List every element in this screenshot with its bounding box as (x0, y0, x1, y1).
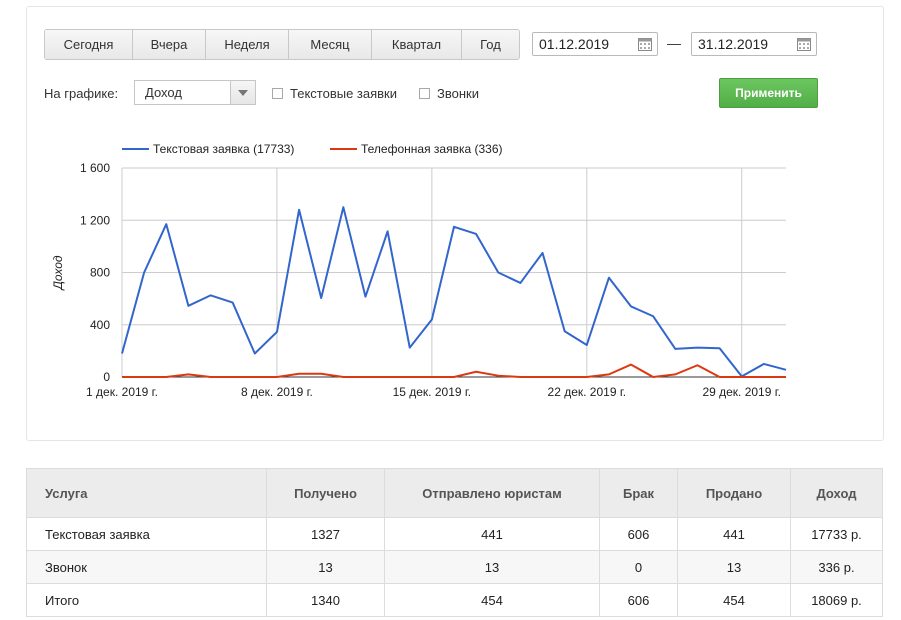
metric-select[interactable]: Доход (134, 80, 256, 105)
table-cell: 0 (599, 550, 678, 584)
calls-checkbox-label[interactable]: Звонки (437, 86, 479, 101)
period-month-button[interactable]: Месяц (289, 30, 372, 59)
table-cell: 18069 р. (790, 583, 883, 617)
table-cell: 606 (599, 583, 678, 617)
table-cell: 13 (384, 550, 600, 584)
period-week-button[interactable]: Неделя (206, 30, 289, 59)
table-cell: 454 (384, 583, 600, 617)
chevron-down-icon[interactable] (230, 81, 255, 104)
column-header-service: Услуга (26, 468, 267, 518)
period-yesterday-button[interactable]: Вчера (133, 30, 206, 59)
table-cell: 454 (677, 583, 791, 617)
table-cell: 1340 (266, 583, 385, 617)
table-cell: 606 (599, 517, 678, 551)
column-header-income: Доход (790, 468, 883, 518)
column-header-received: Получено (266, 468, 385, 518)
date-to-field[interactable]: 31.12.2019 (691, 32, 817, 56)
table-cell: 441 (384, 517, 600, 551)
apply-button[interactable]: Применить (719, 78, 818, 108)
calendar-icon[interactable] (638, 37, 652, 51)
date-range-separator: — (667, 35, 681, 51)
table-cell: Итого (26, 583, 267, 617)
column-header-sold: Продано (677, 468, 791, 518)
report-panel (26, 6, 884, 441)
period-quarter-button[interactable]: Квартал (372, 30, 462, 59)
table-row: Итого 1340 454 606 454 18069 р. (26, 583, 883, 617)
text-requests-checkbox-label[interactable]: Текстовые заявки (290, 86, 397, 101)
column-header-defect: Брак (599, 468, 678, 518)
period-today-button[interactable]: Сегодня (45, 30, 133, 59)
table-cell: 441 (677, 517, 791, 551)
table-cell: 13 (677, 550, 791, 584)
column-header-sent-to-lawyers: Отправлено юристам (384, 468, 600, 518)
table-header-row: Услуга Получено Отправлено юристам Брак … (26, 468, 883, 518)
period-year-button[interactable]: Год (462, 30, 519, 59)
calls-checkbox[interactable] (419, 88, 430, 99)
date-from-value: 01.12.2019 (539, 36, 610, 52)
text-requests-checkbox[interactable] (272, 88, 283, 99)
table-cell: 17733 р. (790, 517, 883, 551)
date-from-field[interactable]: 01.12.2019 (532, 32, 658, 56)
period-button-group: Сегодня Вчера Неделя Месяц Квартал Год (44, 29, 520, 60)
table-row: Текстовая заявка 1327 441 606 441 17733 … (26, 517, 883, 551)
table-cell: Звонок (26, 550, 267, 584)
metric-select-value: Доход (145, 85, 182, 100)
table-cell: Текстовая заявка (26, 517, 267, 551)
table-row: Звонок 13 13 0 13 336 р. (26, 550, 883, 584)
stats-table: Услуга Получено Отправлено юристам Брак … (26, 468, 883, 617)
table-cell: 1327 (266, 517, 385, 551)
date-to-value: 31.12.2019 (698, 36, 769, 52)
chart-metric-label: На графике: (44, 86, 119, 101)
table-cell: 336 р. (790, 550, 883, 584)
table-cell: 13 (266, 550, 385, 584)
calendar-icon[interactable] (797, 37, 811, 51)
